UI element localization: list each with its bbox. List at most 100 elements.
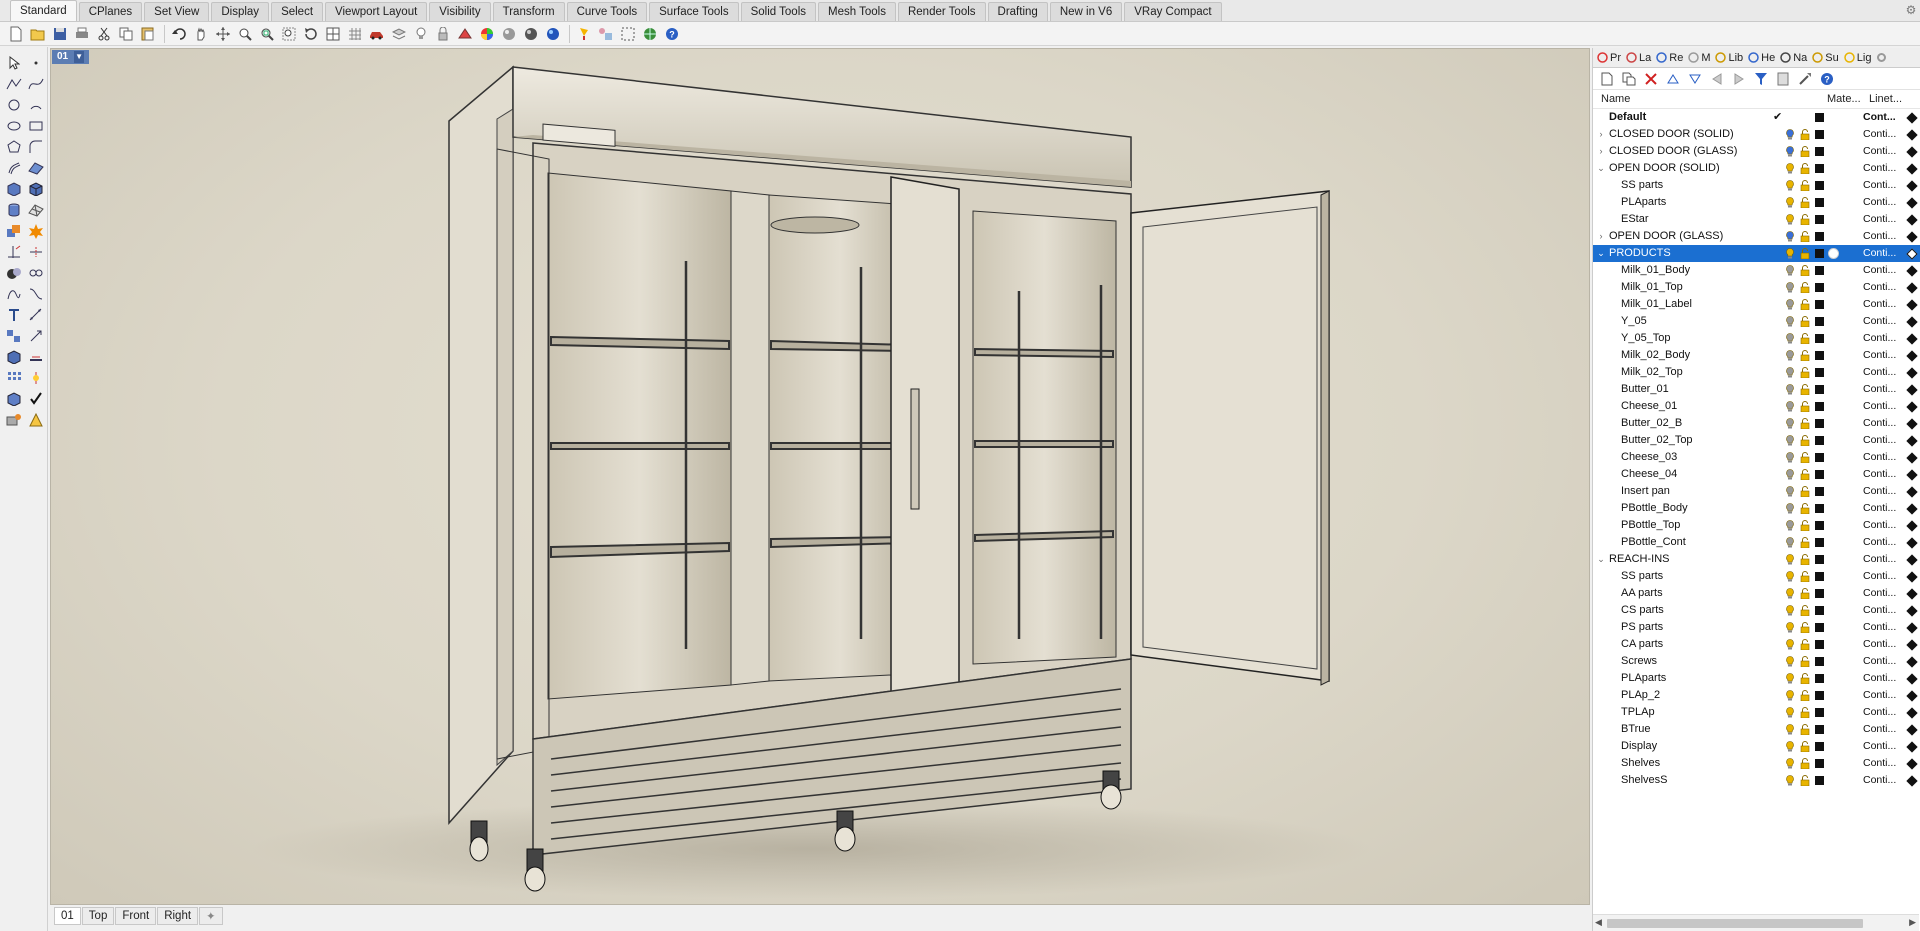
- layer-linetype[interactable]: Conti...: [1863, 466, 1896, 483]
- layer-row[interactable]: ⌄ REACH-INS Conti...: [1593, 551, 1920, 568]
- viewport-tab-01[interactable]: 01: [54, 907, 81, 925]
- layer-name[interactable]: Butter_02_Top: [1621, 432, 1693, 449]
- layer-row[interactable]: ShelvesS Conti...: [1593, 772, 1920, 789]
- layer-linetype[interactable]: Conti...: [1863, 636, 1896, 653]
- ribbon-tab-set-view[interactable]: Set View: [144, 2, 210, 21]
- print-color-diamond-icon[interactable]: [1906, 571, 1918, 583]
- print-color-diamond-icon[interactable]: [1906, 469, 1918, 481]
- layer-name[interactable]: Cheese_03: [1621, 449, 1677, 466]
- visibility-bulb-icon[interactable]: [1785, 673, 1795, 684]
- layer-linetype[interactable]: Conti...: [1863, 517, 1896, 534]
- arc-icon[interactable]: [26, 95, 46, 115]
- layer-color-swatch[interactable]: [1815, 708, 1824, 717]
- layer-row[interactable]: PLAparts Conti...: [1593, 194, 1920, 211]
- lock-icon[interactable]: [1800, 129, 1810, 141]
- layer-linetype[interactable]: Conti...: [1863, 177, 1896, 194]
- lock-icon[interactable]: [1800, 146, 1810, 158]
- layer-color-swatch[interactable]: [1815, 742, 1824, 751]
- layer-row[interactable]: EStar Conti...: [1593, 211, 1920, 228]
- undo-icon[interactable]: [169, 24, 189, 44]
- visibility-bulb-icon[interactable]: [1785, 316, 1795, 327]
- layer-linetype[interactable]: Conti...: [1863, 228, 1896, 245]
- panel-tab-lib[interactable]: Lib: [1715, 52, 1743, 64]
- layer-color-swatch[interactable]: [1815, 130, 1824, 139]
- visibility-bulb-icon[interactable]: [1785, 503, 1795, 514]
- current-layer-check-icon[interactable]: ✔: [1773, 109, 1782, 126]
- layer-linetype[interactable]: Conti...: [1863, 415, 1896, 432]
- layer-row[interactable]: Cheese_04 Conti...: [1593, 466, 1920, 483]
- horizontal-scrollbar[interactable]: ◀ ▶: [1593, 914, 1919, 931]
- lock-icon[interactable]: [1800, 384, 1810, 396]
- layer-color-swatch[interactable]: [1815, 606, 1824, 615]
- rebuild-icon[interactable]: [4, 284, 24, 304]
- layer-linetype[interactable]: Conti...: [1863, 398, 1896, 415]
- zoom-window-icon[interactable]: [257, 24, 277, 44]
- layer-linetype[interactable]: Conti...: [1863, 381, 1896, 398]
- layer-name[interactable]: Shelves: [1621, 755, 1660, 772]
- layer-color-swatch[interactable]: [1815, 436, 1824, 445]
- print-color-diamond-icon[interactable]: [1906, 146, 1918, 158]
- ribbon-tab-visibility[interactable]: Visibility: [429, 2, 491, 21]
- select-arrow-icon[interactable]: [4, 53, 24, 73]
- layer-linetype[interactable]: Conti...: [1863, 568, 1896, 585]
- lock-icon[interactable]: [1800, 418, 1810, 430]
- layer-name[interactable]: PS parts: [1621, 619, 1663, 636]
- panel-tab-na[interactable]: Na: [1780, 52, 1807, 64]
- layer-color-swatch[interactable]: [1815, 368, 1824, 377]
- layer-row[interactable]: Milk_02_Top Conti...: [1593, 364, 1920, 381]
- visibility-bulb-icon[interactable]: [1785, 656, 1795, 667]
- layer-row[interactable]: PLAp_2 Conti...: [1593, 687, 1920, 704]
- layer-name[interactable]: BTrue: [1621, 721, 1651, 738]
- viewport-tab-front[interactable]: Front: [115, 907, 157, 925]
- layer-row[interactable]: ⌄ OPEN DOOR (SOLID) Conti...: [1593, 160, 1920, 177]
- print-color-diamond-icon[interactable]: [1906, 418, 1918, 430]
- layer-row[interactable]: › CLOSED DOOR (SOLID) Conti...: [1593, 126, 1920, 143]
- column-name[interactable]: Name: [1601, 93, 1630, 105]
- lamp-icon[interactable]: [574, 24, 594, 44]
- print-color-diamond-icon[interactable]: [1906, 112, 1918, 124]
- layer-row[interactable]: Insert pan Conti...: [1593, 483, 1920, 500]
- visibility-bulb-icon[interactable]: [1785, 452, 1795, 463]
- render-settings-icon[interactable]: [4, 410, 24, 430]
- print-color-diamond-icon[interactable]: [1906, 690, 1918, 702]
- visibility-bulb-icon[interactable]: [1785, 639, 1795, 650]
- layer-name[interactable]: PLAparts: [1621, 670, 1666, 687]
- rectangle-icon[interactable]: [26, 116, 46, 136]
- ribbon-tab-curve-tools[interactable]: Curve Tools: [566, 2, 648, 21]
- lock-icon[interactable]: [1800, 554, 1810, 566]
- lock-icon[interactable]: [1800, 214, 1810, 226]
- lock-icon[interactable]: [1800, 486, 1810, 498]
- layer-linetype[interactable]: Cont...: [1863, 109, 1896, 126]
- ribbon-tab-transform[interactable]: Transform: [492, 2, 565, 21]
- layer-row[interactable]: Display Conti...: [1593, 738, 1920, 755]
- scroll-left-icon[interactable]: ◀: [1595, 917, 1602, 928]
- offset-icon[interactable]: [4, 158, 24, 178]
- layer-row[interactable]: Cheese_03 Conti...: [1593, 449, 1920, 466]
- layer-row[interactable]: PLAparts Conti...: [1593, 670, 1920, 687]
- layer-name[interactable]: Butter_01: [1621, 381, 1669, 398]
- layer-color-swatch[interactable]: [1815, 317, 1824, 326]
- layer-linetype[interactable]: Conti...: [1863, 313, 1896, 330]
- viewport-title[interactable]: 01 ▼: [52, 50, 90, 64]
- layer-row[interactable]: PBottle_Body Conti...: [1593, 500, 1920, 517]
- layer-name[interactable]: Milk_01_Label: [1621, 296, 1692, 313]
- visibility-bulb-icon[interactable]: [1785, 384, 1795, 395]
- layer-linetype[interactable]: Conti...: [1863, 500, 1896, 517]
- lock-icon[interactable]: [1800, 316, 1810, 328]
- ribbon-tab-new-in-v6[interactable]: New in V6: [1049, 2, 1123, 21]
- filter-icon[interactable]: [1753, 71, 1769, 87]
- layer-row[interactable]: Butter_01 Conti...: [1593, 381, 1920, 398]
- layer-color-swatch[interactable]: [1815, 572, 1824, 581]
- rotate-view-icon[interactable]: [301, 24, 321, 44]
- split-icon[interactable]: [26, 242, 46, 262]
- ribbon-tab-standard[interactable]: Standard: [10, 0, 77, 21]
- layer-color-swatch[interactable]: [1815, 640, 1824, 649]
- visibility-bulb-icon[interactable]: [1785, 605, 1795, 616]
- layer-color-swatch[interactable]: [1815, 419, 1824, 428]
- lock-icon[interactable]: [1800, 605, 1810, 617]
- lock-icon[interactable]: [1800, 673, 1810, 685]
- layer-linetype[interactable]: Conti...: [1863, 126, 1896, 143]
- ellipse-icon[interactable]: [4, 116, 24, 136]
- panel-tab-re[interactable]: Re: [1656, 52, 1683, 64]
- print-color-diamond-icon[interactable]: [1906, 486, 1918, 498]
